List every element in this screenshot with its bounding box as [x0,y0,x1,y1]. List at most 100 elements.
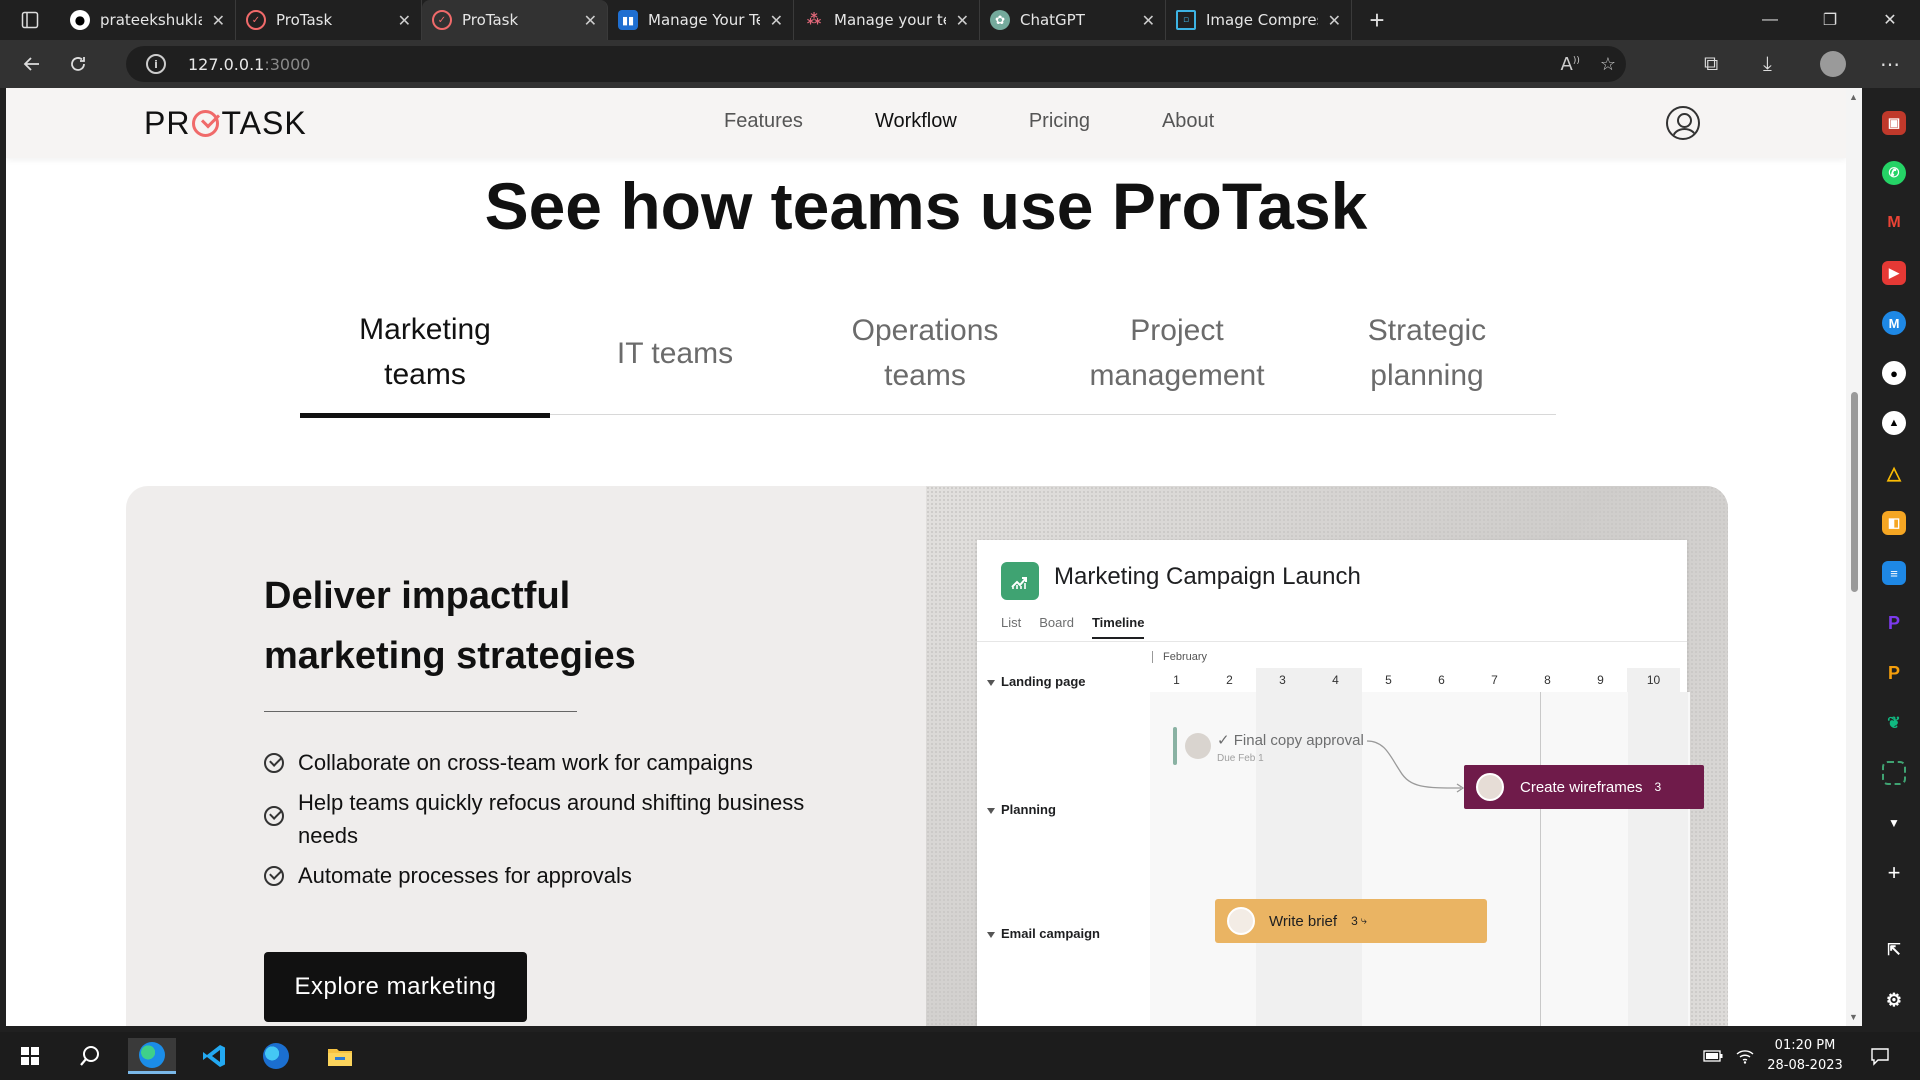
minimize-icon[interactable]: — [1740,0,1800,40]
logo-check-icon [192,110,220,137]
settings-gear-icon[interactable]: ⚙ [1882,988,1906,1012]
more-menu-icon[interactable]: ⋯ [1880,40,1900,88]
browser-tab[interactable]: ▮▮ Manage Your Team's P ✕ [608,0,794,40]
url-port: :3000 [264,54,311,74]
producthunt-icon[interactable]: P [1882,661,1906,685]
maximize-icon[interactable]: ❐ [1800,0,1860,40]
search-icon[interactable] [66,1038,114,1074]
user-account-icon[interactable] [1666,106,1700,140]
trello-icon: ▮▮ [618,10,638,30]
keep-notes-icon[interactable]: ◧ [1882,511,1906,535]
address-bar-row: i 127.0.0.1:3000 A)) ☆ ⧉ ⤓ ⋯ [0,40,1920,88]
nav-about[interactable]: About [1162,110,1214,133]
check-circle-icon [264,753,284,773]
windows-start-icon[interactable] [6,1038,54,1074]
scrollbar-thumb[interactable] [1851,392,1858,592]
edge-sidebar: ▣ ✆ M ▶ M ● ▲ △ ◧ ≡ P P ❦ ▼ + ⇱ ⚙ [1868,88,1920,1032]
list-item: Collaborate on cross-team work for campa… [264,746,864,779]
list-item: Help teams quickly refocus around shifti… [264,786,864,852]
close-tab-icon[interactable]: ✕ [584,11,597,30]
view-tab-board: Board [1039,615,1074,630]
google-drive-icon[interactable]: △ [1882,461,1906,485]
list-item: Automate processes for approvals [264,859,864,892]
tab-project-management[interactable]: Project management [1052,291,1302,415]
browser-tab-active[interactable]: ✓ ProTask ✕ [422,0,608,40]
card-title: Deliver impactful marketing strategies [264,575,636,677]
battery-icon[interactable] [1698,1038,1728,1074]
whatsapp-icon[interactable]: ✆ [1882,161,1906,185]
chevron-down-icon[interactable]: ▼ [1882,811,1906,835]
refresh-icon[interactable] [56,44,100,84]
profile-avatar-icon[interactable] [1820,40,1846,88]
tab-marketing-teams[interactable]: Marketing teams [300,291,550,418]
browser-tab[interactable]: ✿ ChatGPT ✕ [980,0,1166,40]
windows-taskbar: 01:20 PM 28-08-2023 [0,1032,1920,1080]
gmail-icon[interactable]: M [1882,211,1906,235]
new-tab-button[interactable]: + [1352,5,1402,36]
page-scrollbar[interactable]: ▲ ▼ [1846,88,1862,1026]
vscode-icon[interactable] [190,1038,238,1074]
close-window-icon[interactable]: ✕ [1860,0,1920,40]
file-explorer-icon[interactable] [316,1038,364,1074]
protask-logo[interactable]: PR TASK [144,105,307,142]
card-text-panel: Deliver impactful marketing strategies C… [126,486,926,1026]
github-icon[interactable]: ● [1882,361,1906,385]
youtube-icon[interactable]: ▶ [1882,261,1906,285]
tab-strategic-planning[interactable]: Strategic planning [1302,291,1552,415]
page-headline: See how teams use ProTask [484,169,1368,243]
paypal-icon[interactable]: P [1882,611,1906,635]
browser-tab[interactable]: ⁂ Manage your team's w ✕ [794,0,980,40]
view-tab-list: List [1001,615,1022,630]
site-info-icon[interactable]: i [146,54,166,74]
microsoft-start-icon[interactable]: M [1882,311,1906,335]
protask-icon: ✓ [246,10,266,30]
explore-marketing-button[interactable]: Explore marketing [264,952,527,1022]
nav-features[interactable]: Features [724,110,803,133]
downloads-icon[interactable]: ⤓ [1763,40,1772,88]
asana-icon: ⁂ [806,12,822,28]
add-icon[interactable]: + [1882,860,1906,885]
docs-icon[interactable]: ≡ [1882,561,1906,585]
notion-icon[interactable]: ▲ [1882,411,1906,435]
timeline-days: 1 2 3 4 5 6 7 8 9 10 [1150,668,1680,692]
close-tab-icon[interactable]: ✕ [1142,11,1155,30]
url-input[interactable]: i 127.0.0.1:3000 A)) ☆ [126,46,1626,82]
extensions-icon[interactable]: ⧉ [1704,40,1718,88]
scroll-up-icon[interactable]: ▲ [1849,92,1858,102]
browser-tab[interactable]: ● prateekshuklaps0/loud ✕ [60,0,236,40]
mongodb-icon[interactable]: ❦ [1882,711,1906,735]
avatar [1185,733,1211,759]
section-email-campaign: Email campaign [987,926,1100,941]
tab-it-teams[interactable]: IT teams [550,291,800,415]
open-external-icon[interactable]: ⇱ [1882,938,1906,962]
close-tab-icon[interactable]: ✕ [770,11,783,30]
favorite-star-icon[interactable]: ☆ [1600,54,1616,75]
close-tab-icon[interactable]: ✕ [1328,11,1341,30]
browser-tab-bar: ● prateekshuklaps0/loud ✕ ✓ ProTask ✕ ✓ … [0,0,1920,40]
shopping-icon[interactable]: ▣ [1882,111,1906,135]
edge-taskbar-icon[interactable] [128,1038,176,1074]
nav-workflow[interactable]: Workflow [875,110,957,133]
nav-pricing[interactable]: Pricing [1029,110,1090,133]
browser-tab[interactable]: ✓ ProTask ✕ [236,0,422,40]
read-aloud-icon[interactable]: A)) [1561,54,1580,75]
section-landing-page: Landing page [987,674,1086,689]
protask-icon: ✓ [432,10,452,30]
caret-down-icon [987,931,995,938]
task-create-wireframes: Create wireframes 3 [1464,765,1704,809]
task-write-brief: Write brief 3 ⤷ [1215,899,1487,943]
tab-operations-teams[interactable]: Operations teams [800,291,1050,415]
notifications-icon[interactable] [1860,1038,1900,1074]
back-icon[interactable] [10,44,54,84]
edge-dev-icon[interactable] [252,1038,300,1074]
screenshot-icon[interactable] [1882,761,1906,785]
close-tab-icon[interactable]: ✕ [398,11,411,30]
scroll-down-icon[interactable]: ▼ [1849,1012,1858,1022]
check-circle-icon [264,806,284,826]
system-clock[interactable]: 01:20 PM 28-08-2023 [1755,1036,1855,1076]
close-tab-icon[interactable]: ✕ [212,11,225,30]
browser-tab[interactable]: ▫ Image Compressor - C ✕ [1166,0,1352,40]
tab-actions-icon[interactable] [0,0,60,40]
chatgpt-icon: ✿ [990,10,1010,30]
close-tab-icon[interactable]: ✕ [956,11,969,30]
